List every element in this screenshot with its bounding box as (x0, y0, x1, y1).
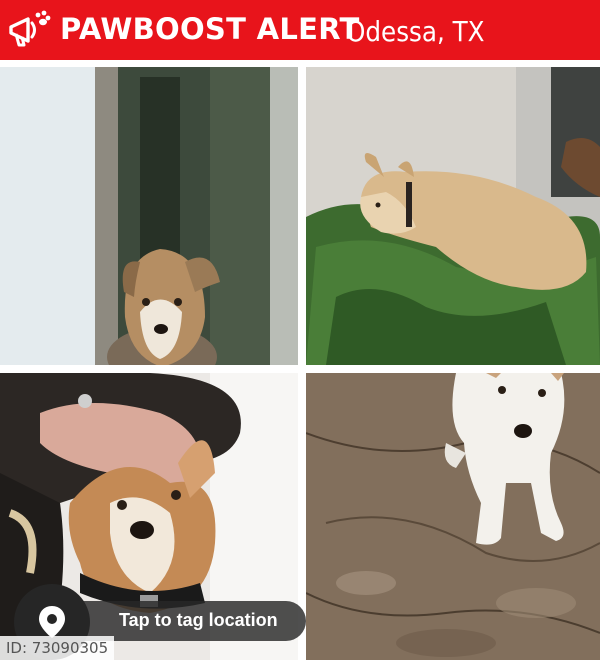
alert-id-badge: ID: 73090305 (0, 636, 115, 660)
pet-photo-2[interactable] (306, 67, 600, 365)
pet-photo-1[interactable] (0, 67, 298, 365)
pet-photo-4[interactable] (306, 373, 600, 660)
brand-title: PAWBOOST ALERT (60, 12, 360, 46)
alert-location: Odessa, TX (346, 15, 485, 48)
alert-header: PAWBOOST ALERT Odessa, TX (0, 0, 600, 60)
tag-location-label[interactable]: Tap to tag location (119, 610, 278, 631)
megaphone-paw-icon (9, 10, 51, 47)
map-pin-icon (39, 606, 65, 638)
